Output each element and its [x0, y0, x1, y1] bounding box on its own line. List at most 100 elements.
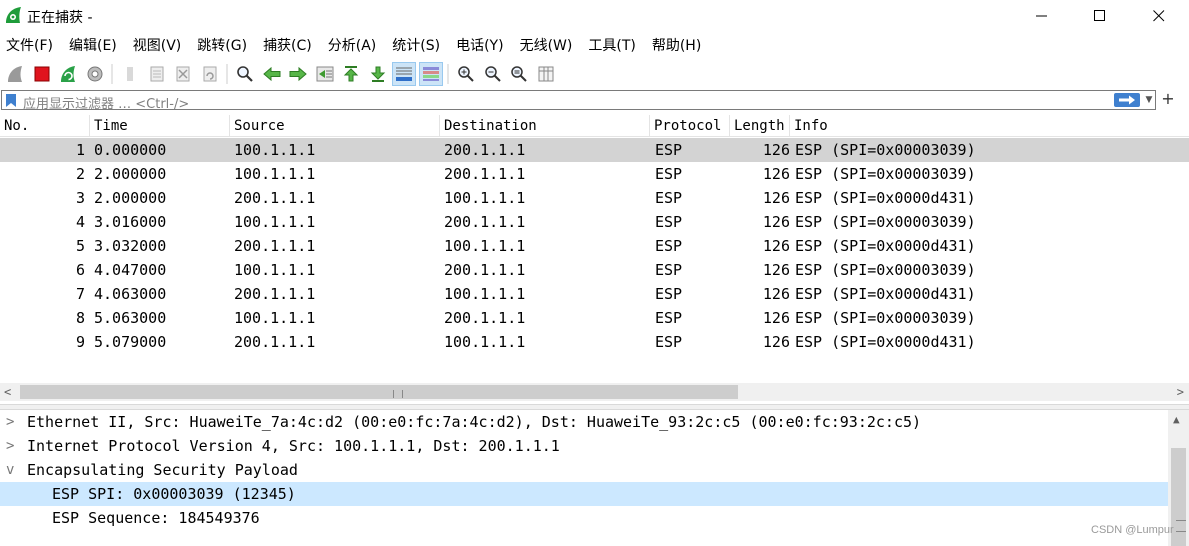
column-length[interactable]: Length: [730, 115, 790, 137]
hscroll-thumb[interactable]: [20, 385, 738, 399]
packet-row[interactable]: 7 4.063000 200.1.1.1 100.1.1.1 ESP 126 E…: [0, 282, 1189, 306]
go-forward-button[interactable]: [286, 62, 310, 86]
first-packet-button[interactable]: [339, 62, 363, 86]
detail-row-ethernet[interactable]: > Ethernet II, Src: HuaweiTe_7a:4c:d2 (0…: [0, 410, 1168, 434]
detail-row-esp[interactable]: v Encapsulating Security Payload: [0, 458, 1168, 482]
packet-row[interactable]: 1 0.000000 100.1.1.1 200.1.1.1 ESP 126 E…: [0, 138, 1189, 162]
capture-options-button[interactable]: [83, 62, 107, 86]
display-filter-input[interactable]: 应用显示过滤器 … <Ctrl-/> ▼: [1, 90, 1156, 112]
toolbar-separator: [224, 62, 230, 86]
grip-icon: [393, 390, 403, 398]
menu-file[interactable]: 文件(F): [6, 34, 53, 58]
packet-row[interactable]: 9 5.079000 200.1.1.1 100.1.1.1 ESP 126 E…: [0, 330, 1189, 354]
scroll-up-icon[interactable]: ▲: [1173, 413, 1180, 426]
zoom-in-button[interactable]: [454, 62, 478, 86]
menu-capture[interactable]: 捕获(C): [263, 34, 312, 58]
menu-bar: 文件(F) 编辑(E) 视图(V) 跳转(G) 捕获(C) 分析(A) 统计(S…: [0, 34, 1189, 58]
packet-source: 100.1.1.1: [234, 309, 316, 327]
packet-protocol: ESP: [655, 261, 683, 279]
start-capture-button[interactable]: [3, 62, 27, 86]
menu-telephony[interactable]: 电话(Y): [456, 34, 503, 58]
menu-tools[interactable]: 工具(T): [588, 34, 635, 58]
auto-scroll-icon: [396, 67, 412, 81]
column-time[interactable]: Time: [90, 115, 230, 137]
colorize-button[interactable]: [418, 62, 443, 86]
detail-row-ipv4[interactable]: > Internet Protocol Version 4, Src: 100.…: [0, 434, 1168, 458]
packet-destination: 200.1.1.1: [444, 261, 526, 279]
filter-history-dropdown[interactable]: ▼: [1143, 93, 1155, 107]
zoom-out-button[interactable]: [481, 62, 505, 86]
packet-time: 2.000000: [94, 189, 167, 207]
column-destination[interactable]: Destination: [440, 115, 650, 137]
auto-scroll-button[interactable]: [392, 62, 416, 86]
scroll-right-icon[interactable]: >: [1177, 383, 1184, 401]
apply-filter-button[interactable]: [1114, 93, 1140, 107]
packet-destination: 100.1.1.1: [444, 285, 526, 303]
packet-row[interactable]: 8 5.063000 100.1.1.1 200.1.1.1 ESP 126 E…: [0, 306, 1189, 330]
resize-columns-icon: [538, 66, 553, 82]
restart-fin-icon: [61, 66, 75, 82]
arrow-left-icon: [262, 66, 280, 82]
packet-time: 4.063000: [94, 285, 167, 303]
go-back-button[interactable]: [260, 62, 284, 86]
packet-row[interactable]: 3 2.000000 200.1.1.1 100.1.1.1 ESP 126 E…: [0, 186, 1189, 210]
packet-source: 100.1.1.1: [234, 141, 316, 159]
menu-statistics[interactable]: 统计(S): [392, 34, 440, 58]
detail-row-esp-sequence[interactable]: ESP Sequence: 184549376: [0, 506, 1168, 530]
packet-no: 6: [75, 261, 85, 279]
expand-icon[interactable]: >: [6, 434, 18, 458]
reload-file-button[interactable]: [198, 62, 222, 86]
stop-capture-button[interactable]: [30, 62, 54, 86]
detail-text: Internet Protocol Version 4, Src: 100.1.…: [27, 437, 560, 455]
column-no[interactable]: No.: [0, 115, 90, 137]
last-packet-button[interactable]: [366, 62, 390, 86]
open-file-button[interactable]: [118, 62, 142, 86]
menu-analyze[interactable]: 分析(A): [328, 34, 377, 58]
zoom-normal-button[interactable]: [507, 62, 531, 86]
packet-no: 4: [75, 213, 85, 231]
menu-wireless[interactable]: 无线(W): [520, 34, 573, 58]
window-title: 正在捕获 -: [27, 10, 93, 26]
menu-edit[interactable]: 编辑(E): [69, 34, 117, 58]
go-to-packet-button[interactable]: [313, 62, 337, 86]
packet-list: No. Time Source Destination Protocol Len…: [0, 113, 1189, 401]
add-filter-button[interactable]: +: [1158, 89, 1178, 109]
menu-view[interactable]: 视图(V): [133, 34, 182, 58]
packet-row[interactable]: 2 2.000000 100.1.1.1 200.1.1.1 ESP 126 E…: [0, 162, 1189, 186]
menu-go[interactable]: 跳转(G): [197, 34, 247, 58]
restart-capture-button[interactable]: [56, 62, 80, 86]
packet-destination: 200.1.1.1: [444, 165, 526, 183]
close-icon: [1153, 10, 1165, 22]
column-source[interactable]: Source: [230, 115, 440, 137]
close-file-button[interactable]: [171, 62, 195, 86]
packet-row[interactable]: 4 3.016000 100.1.1.1 200.1.1.1 ESP 126 E…: [0, 210, 1189, 234]
save-file-button[interactable]: [145, 62, 169, 86]
colorize-icon: [422, 67, 439, 81]
arrow-right-icon: [289, 66, 307, 82]
packet-row[interactable]: 5 3.032000 200.1.1.1 100.1.1.1 ESP 126 E…: [0, 234, 1189, 258]
packet-time: 5.079000: [94, 333, 167, 351]
bookmark-icon[interactable]: [4, 93, 18, 108]
find-packet-button[interactable]: [233, 62, 257, 86]
scroll-left-icon[interactable]: <: [4, 383, 11, 401]
packet-source: 100.1.1.1: [234, 213, 316, 231]
resize-columns-button[interactable]: [534, 62, 558, 86]
minimize-icon: [1036, 15, 1047, 17]
close-button[interactable]: [1130, 0, 1188, 32]
collapse-icon[interactable]: v: [6, 458, 18, 482]
detail-row-esp-spi[interactable]: ESP SPI: 0x00003039 (12345): [0, 482, 1168, 506]
packet-row[interactable]: 6 4.047000 100.1.1.1 200.1.1.1 ESP 126 E…: [0, 258, 1189, 282]
packet-list-hscrollbar[interactable]: < >: [0, 383, 1189, 401]
zoom-in-icon: [458, 66, 474, 82]
minimize-button[interactable]: [1013, 0, 1071, 32]
maximize-button[interactable]: [1071, 0, 1129, 32]
packet-details: > Ethernet II, Src: HuaweiTe_7a:4c:d2 (0…: [0, 410, 1189, 546]
expand-icon[interactable]: >: [6, 410, 18, 434]
packet-length: 126: [762, 165, 790, 183]
packet-source: 100.1.1.1: [234, 165, 316, 183]
column-info[interactable]: Info: [790, 115, 1189, 137]
packet-protocol: ESP: [655, 189, 683, 207]
packet-protocol: ESP: [655, 213, 683, 231]
column-protocol[interactable]: Protocol: [650, 115, 730, 137]
menu-help[interactable]: 帮助(H): [652, 34, 701, 58]
